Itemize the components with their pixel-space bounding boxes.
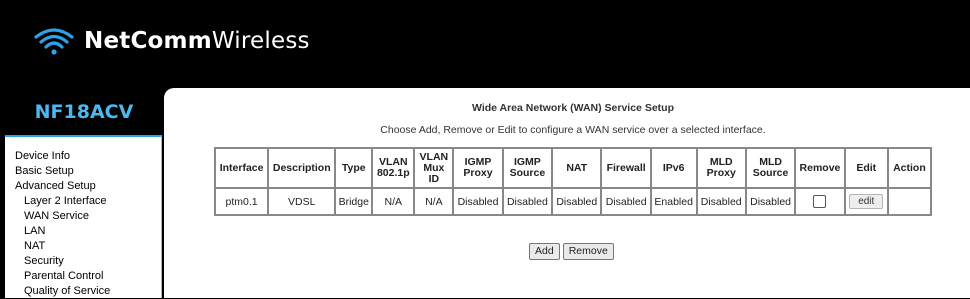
action-buttons: Add Remove	[529, 243, 614, 260]
header: NetCommWireless	[0, 0, 970, 88]
col-action: Action	[886, 147, 933, 189]
edit-button[interactable]: edit	[849, 194, 884, 209]
cell-nat: Disabled	[551, 187, 603, 216]
cell-vlan-mux-id: N/A	[413, 187, 455, 216]
sidebar-item-quality-of-service[interactable]: Quality of Service	[15, 284, 161, 299]
sidebar: Device Info Basic Setup Advanced Setup Laye…	[5, 135, 162, 298]
table-header-row: Interface Description Type VLAN 802.1p VL…	[213, 147, 933, 189]
col-edit: Edit	[843, 147, 889, 189]
col-igmp-source: IGMP Source	[501, 147, 554, 189]
wifi-logo-icon	[34, 28, 74, 55]
model-name: NF18ACV	[5, 88, 163, 135]
brand-name: NetCommWireless	[84, 27, 310, 54]
col-igmp-source-line2: Source	[509, 167, 546, 179]
col-type: Type	[334, 147, 374, 189]
cell-vlan-8021p: N/A	[371, 187, 416, 216]
sidebar-item-security[interactable]: Security	[15, 254, 161, 269]
col-ipv6: IPv6	[649, 147, 698, 189]
cell-igmp-proxy: Disabled	[452, 187, 504, 216]
col-firewall: Firewall	[600, 147, 652, 189]
remove-button[interactable]: Remove	[562, 243, 614, 260]
add-button[interactable]: Add	[529, 243, 560, 260]
col-vlan-8021p: VLAN 802.1p	[371, 147, 416, 189]
cell-description: VDSL	[267, 187, 337, 216]
cell-interface: ptm0.1	[213, 187, 270, 216]
col-mld-proxy-line2: Proxy	[706, 167, 736, 179]
sidebar-item-basic-setup[interactable]: Basic Setup	[15, 164, 161, 179]
col-interface: Interface	[213, 147, 270, 189]
main-panel: Wide Area Network (WAN) Service Setup Ch…	[164, 88, 970, 298]
col-vlan-8021p-line2: 802.1p	[376, 167, 410, 179]
col-remove: Remove	[794, 147, 846, 189]
cell-mld-source: Disabled	[744, 187, 797, 216]
cell-type: Bridge	[334, 187, 374, 216]
table-row: ptm0.1 VDSL Bridge N/A N/A Disabled Disa…	[213, 187, 933, 216]
sidebar-item-advanced-setup[interactable]: Advanced Setup	[15, 179, 161, 194]
sidebar-item-parental-control[interactable]: Parental Control	[15, 269, 161, 284]
sidebar-item-nat[interactable]: NAT	[15, 239, 161, 254]
sidebar-item-lan[interactable]: LAN	[15, 224, 161, 239]
cell-remove	[794, 187, 846, 216]
cell-action	[886, 187, 933, 216]
page-title: Wide Area Network (WAN) Service Setup	[472, 102, 674, 114]
brand-name-bold: NetComm	[84, 27, 212, 54]
col-mld-source: MLD Source	[744, 147, 797, 189]
col-vlan-mux-id: VLAN Mux ID	[413, 147, 455, 189]
sidebar-nav: Device Info Basic Setup Advanced Setup Laye…	[5, 137, 161, 299]
col-mld-proxy: MLD Proxy	[695, 147, 747, 189]
col-igmp-proxy-line2: Proxy	[463, 167, 493, 179]
col-description: Description	[267, 147, 337, 189]
cell-ipv6: Enabled	[649, 187, 698, 216]
remove-checkbox[interactable]	[813, 195, 827, 208]
cell-igmp-source: Disabled	[501, 187, 554, 216]
brand-name-light: Wireless	[211, 27, 310, 54]
col-igmp-proxy: IGMP Proxy	[452, 147, 504, 189]
sidebar-item-device-info[interactable]: Device Info	[15, 149, 161, 164]
netcomm-logo: NetCommWireless	[32, 26, 310, 56]
page-subtitle: Choose Add, Remove or Edit to configure …	[380, 124, 766, 136]
col-nat: NAT	[551, 147, 603, 189]
col-mld-source-line2: Source	[752, 167, 789, 179]
wan-service-table: Interface Description Type VLAN 802.1p VL…	[213, 147, 933, 216]
cell-firewall: Disabled	[600, 187, 652, 216]
cell-edit: edit	[843, 187, 889, 216]
sidebar-item-wan-service[interactable]: WAN Service	[15, 209, 161, 224]
cell-mld-proxy: Disabled	[695, 187, 747, 216]
sidebar-item-layer-2-interface[interactable]: Layer 2 Interface	[15, 194, 161, 209]
col-vlan-mux-id-line3: ID	[428, 172, 440, 185]
